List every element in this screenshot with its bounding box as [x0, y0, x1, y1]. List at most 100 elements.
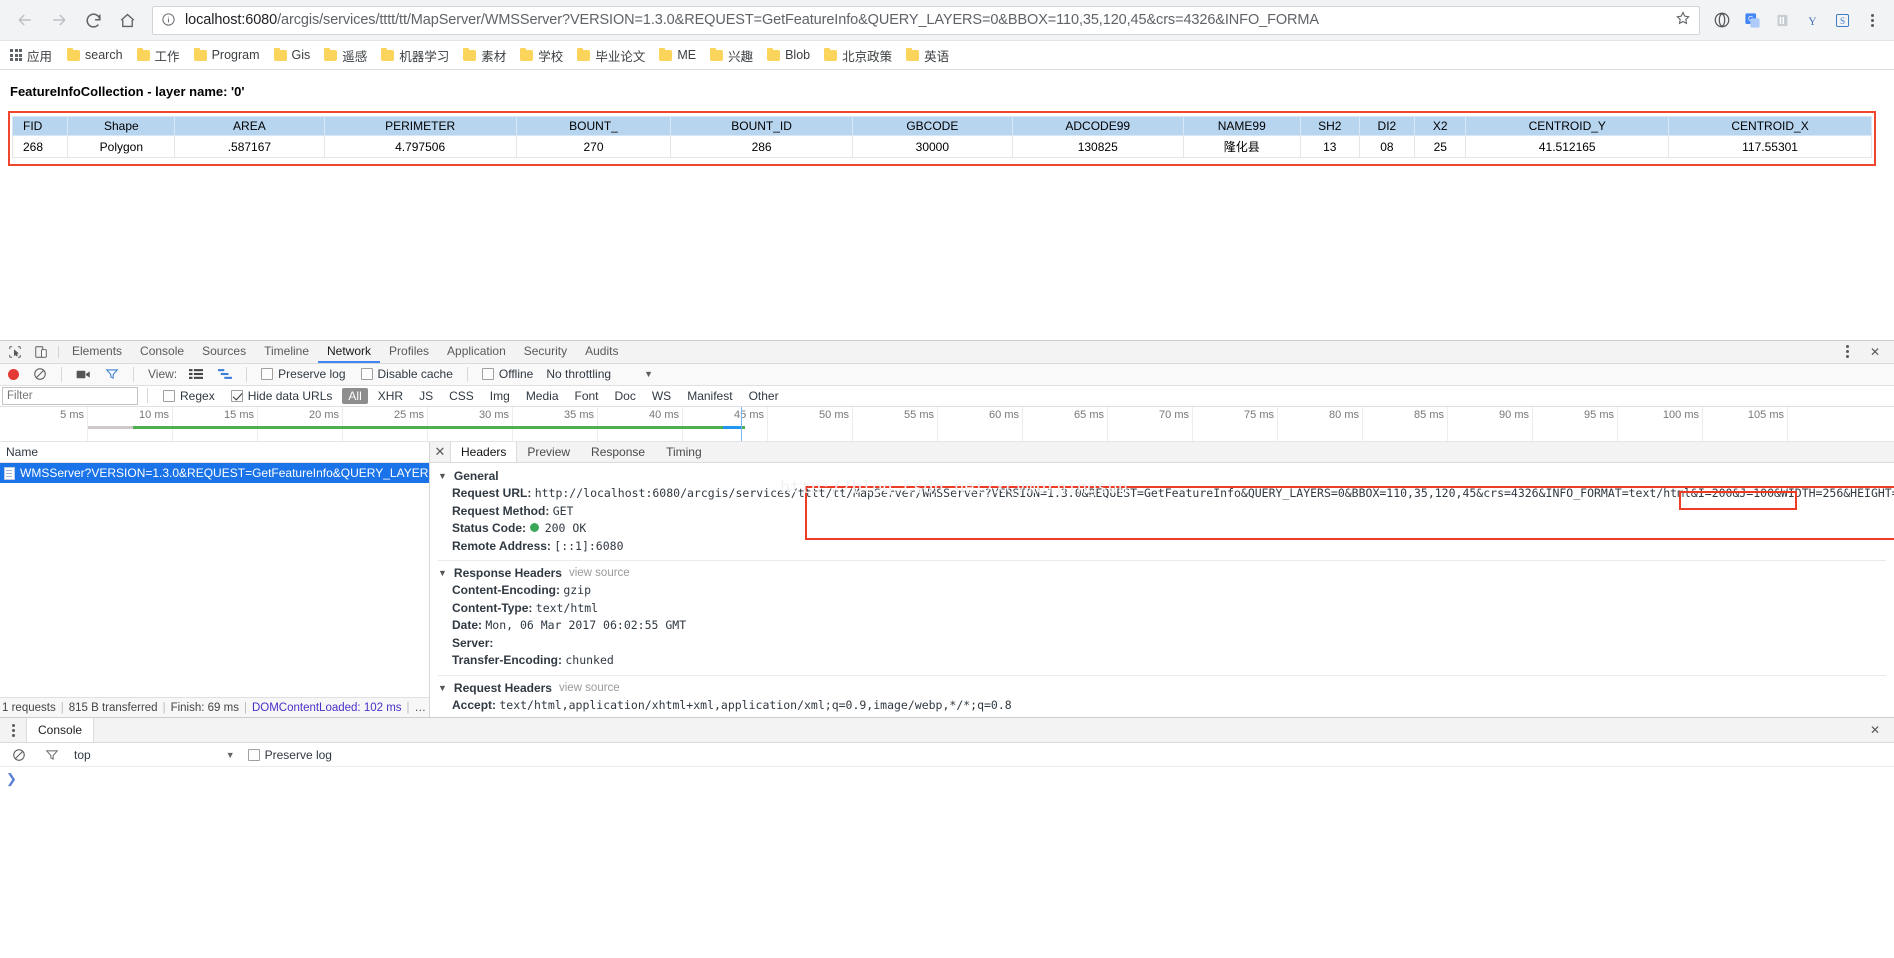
more-options-icon[interactable] [1834, 345, 1860, 359]
bookmark-search[interactable]: search [60, 46, 130, 64]
tab-timing[interactable]: Timing [656, 442, 713, 462]
bookmark-work[interactable]: 工作 [130, 44, 187, 67]
cell-bount-id: 286 [670, 135, 853, 158]
network-timeline-overview[interactable]: 5 ms 10 ms 15 ms 20 ms 25 ms 30 ms 35 ms… [0, 406, 1894, 443]
google-translate-icon[interactable]: G [1738, 6, 1766, 34]
header-value: gzip [563, 583, 592, 598]
chevron-down-icon[interactable]: ▼ [644, 369, 653, 379]
filter-type-css[interactable]: CSS [443, 388, 480, 404]
disable-cache-checkbox[interactable]: Disable cache [360, 367, 453, 381]
clear-icon[interactable] [27, 367, 53, 381]
opera-extension-icon[interactable] [1708, 6, 1736, 34]
tab-application[interactable]: Application [438, 341, 515, 363]
tab-security[interactable]: Security [515, 341, 576, 363]
timeline-tick: 80 ms [1329, 408, 1359, 421]
tab-preview[interactable]: Preview [517, 442, 581, 462]
list-view-icon[interactable] [183, 368, 209, 380]
bookmark-beijing-policy[interactable]: 北京政策 [817, 44, 899, 67]
offline-checkbox[interactable]: Offline [481, 367, 533, 381]
url-host: localhost:6080 [185, 12, 278, 28]
console-preserve-log-checkbox[interactable]: Preserve log [247, 748, 332, 762]
tab-elements[interactable]: Elements [63, 341, 131, 363]
filter-funnel-icon[interactable] [39, 748, 65, 762]
request-headers-section-title[interactable]: ▼ Request Headers view source [430, 679, 1894, 697]
filter-type-media[interactable]: Media [520, 388, 565, 404]
tab-profiles[interactable]: Profiles [380, 341, 438, 363]
col-bount-id: BOUNT_ID [670, 116, 853, 136]
bookmark-program[interactable]: Program [187, 46, 267, 64]
tab-headers[interactable]: Headers [450, 442, 518, 463]
bookmark-materials[interactable]: 素材 [456, 44, 513, 67]
bookmark-interests[interactable]: 兴趣 [703, 44, 760, 67]
general-section-title[interactable]: ▼ General [430, 467, 1894, 485]
svg-text:Y: Y [1808, 15, 1816, 27]
sogou-icon[interactable]: S [1828, 6, 1856, 34]
chevron-down-icon[interactable]: ▼ [226, 750, 235, 760]
request-list-header[interactable]: Name [0, 442, 429, 464]
throttling-select[interactable]: No throttling [546, 367, 611, 381]
bookmark-school[interactable]: 学校 [513, 44, 570, 67]
home-icon[interactable] [110, 3, 144, 37]
adblock-icon[interactable] [1768, 6, 1796, 34]
bookmark-star-icon[interactable] [1675, 10, 1691, 31]
console-prompt[interactable]: ❯ [0, 767, 1894, 787]
tab-console[interactable]: Console [131, 341, 193, 363]
filter-type-manifest[interactable]: Manifest [681, 388, 738, 404]
toolbar-divider [133, 366, 134, 382]
tab-audits[interactable]: Audits [576, 341, 627, 363]
yandex-icon[interactable]: Y [1798, 6, 1826, 34]
header-content-encoding: Content-Encoding: gzip [430, 582, 1894, 600]
view-source-link[interactable]: view source [569, 567, 630, 579]
filter-type-js[interactable]: JS [413, 388, 439, 404]
address-bar[interactable]: localhost:6080/arcgis/services/tttt/tt/M… [152, 5, 1700, 35]
clear-console-icon[interactable] [6, 748, 32, 762]
bookmarks-bar: 应用 search 工作 Program Gis 遥感 机器学习 素材 学校 毕… [0, 41, 1894, 70]
record-button-icon[interactable] [8, 368, 19, 380]
bookmark-apps[interactable]: 应用 [6, 46, 60, 65]
bookmark-english[interactable]: 英语 [899, 44, 956, 67]
inspect-element-icon[interactable] [2, 341, 28, 363]
back-arrow-icon[interactable] [8, 3, 42, 37]
close-devtools-icon[interactable]: ✕ [1862, 345, 1888, 359]
filter-type-xhr[interactable]: XHR [372, 388, 409, 404]
regex-checkbox[interactable]: Regex [163, 389, 215, 403]
tab-network[interactable]: Network [318, 341, 381, 363]
close-drawer-icon[interactable]: ✕ [1862, 723, 1888, 737]
timeline-tick: 45 ms [734, 408, 764, 421]
view-label: View: [148, 367, 178, 382]
tab-sources[interactable]: Sources [193, 341, 255, 363]
drawer-menu-icon[interactable] [0, 718, 26, 742]
filter-type-font[interactable]: Font [569, 388, 605, 404]
bookmark-gis[interactable]: Gis [267, 46, 318, 64]
filter-type-doc[interactable]: Doc [609, 388, 642, 404]
close-detail-icon[interactable]: ✕ [430, 442, 450, 462]
waterfall-view-icon[interactable] [212, 368, 238, 380]
view-source-link[interactable]: view source [559, 682, 620, 694]
list-item[interactable]: WMSServer?VERSION=1.3.0&REQUEST=GetFeatu… [0, 463, 429, 484]
filter-type-other[interactable]: Other [743, 388, 785, 404]
checkbox-box [360, 368, 373, 381]
tab-response[interactable]: Response [581, 442, 656, 462]
filter-input[interactable] [2, 386, 138, 405]
filter-funnel-icon[interactable] [99, 367, 125, 381]
filter-type-all[interactable]: All [342, 387, 368, 404]
bookmark-thesis[interactable]: 毕业论文 [570, 44, 652, 67]
filter-type-ws[interactable]: WS [646, 388, 677, 404]
preserve-log-checkbox[interactable]: Preserve log [261, 367, 346, 381]
camera-icon[interactable] [70, 368, 96, 381]
hide-data-urls-checkbox[interactable]: Hide data URLs [230, 389, 332, 403]
bookmark-me[interactable]: ME [652, 46, 703, 64]
page-info-icon[interactable] [161, 12, 177, 28]
console-context-select[interactable]: top [74, 748, 91, 762]
response-headers-section-title[interactable]: ▼ Response Headers view source [430, 564, 1894, 582]
chrome-menu-icon[interactable] [1858, 6, 1886, 34]
bookmark-blob[interactable]: Blob [760, 46, 817, 64]
bookmark-remote-sensing[interactable]: 遥感 [317, 44, 374, 67]
bookmark-machine-learning[interactable]: 机器学习 [374, 44, 456, 67]
tab-timeline[interactable]: Timeline [255, 341, 318, 363]
device-toolbar-icon[interactable] [28, 341, 54, 363]
tab-console-drawer[interactable]: Console [26, 718, 95, 742]
reload-icon[interactable] [76, 3, 110, 37]
filter-type-img[interactable]: Img [484, 388, 516, 404]
forward-arrow-icon[interactable] [42, 3, 76, 37]
